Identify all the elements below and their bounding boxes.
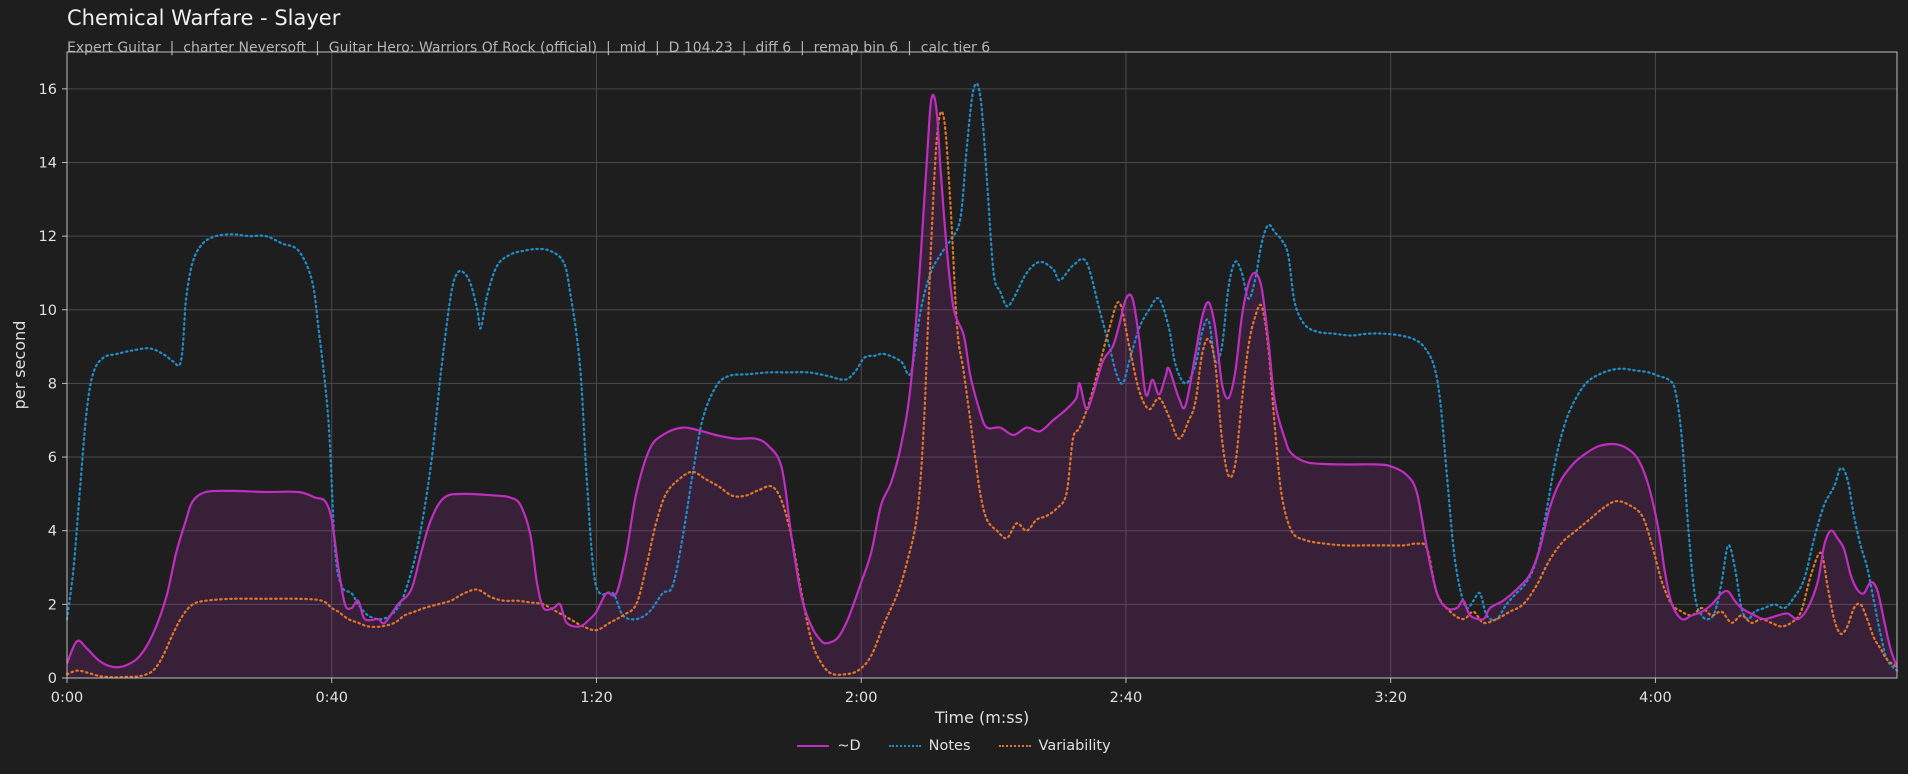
y-tick-label: 4 [48, 524, 57, 540]
x-tick-label: 1:20 [580, 690, 613, 706]
legend-item-variability: Variability [998, 738, 1111, 754]
y-tick-label: 16 [39, 82, 57, 98]
y-tick-label: 14 [39, 155, 57, 171]
x-tick-label: 3:20 [1374, 690, 1407, 706]
line-chart: 0 2 4 6 8 10 12 14 16 0:00 0:40 1:20 2:00 2:40 3:20 4:0… [10, 51, 1899, 727]
x-tick-label: 2:40 [1110, 690, 1143, 706]
y-tick-label: 0 [48, 671, 57, 687]
x-tick-label: 0:00 [51, 690, 84, 706]
x-axis-label: Time (m:ss) [934, 708, 1029, 727]
y-tick-label: 12 [39, 229, 57, 245]
legend-label-variability: Variability [1038, 738, 1111, 754]
y-axis-label: per second [10, 321, 29, 410]
notes-swatch-icon [888, 745, 921, 747]
difficulty-swatch-icon [797, 745, 830, 747]
variability-swatch-icon [998, 745, 1031, 747]
legend: ~D Notes Variability [0, 738, 1908, 754]
legend-label-notes: Notes [928, 738, 971, 754]
y-tick-label: 8 [48, 376, 57, 392]
legend-label-difficulty: ~D [837, 738, 861, 754]
legend-item-difficulty: ~D [797, 738, 861, 754]
legend-item-notes: Notes [888, 738, 971, 754]
y-tick-label: 2 [48, 597, 57, 613]
y-tick-label: 10 [39, 303, 57, 319]
x-tick-label: 2:00 [845, 690, 878, 706]
x-tick-label: 4:00 [1639, 690, 1672, 706]
y-tick-label: 6 [48, 450, 57, 466]
x-tick-label: 0:40 [315, 690, 348, 706]
